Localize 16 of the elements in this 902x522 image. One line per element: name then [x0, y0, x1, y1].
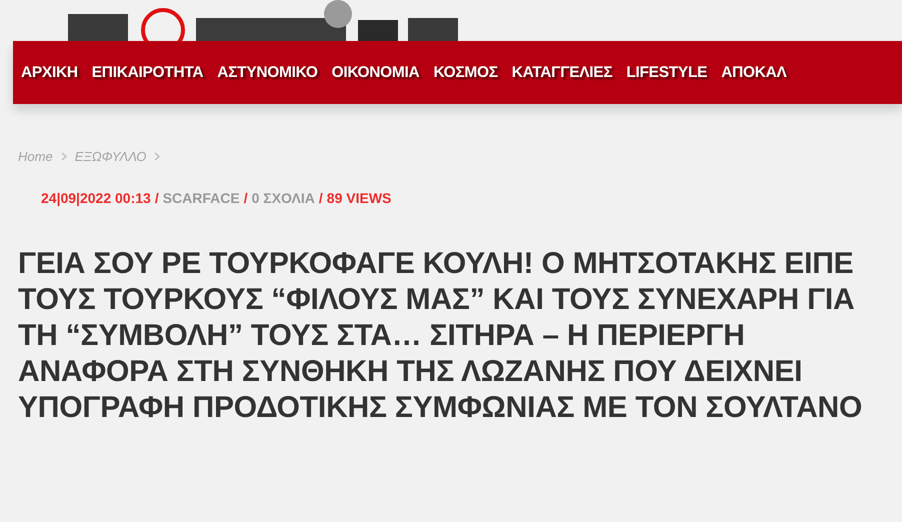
nav-link[interactable]: ΑΠΟΚΑΛ — [721, 64, 787, 82]
chevron-icon — [154, 152, 160, 161]
nav-link[interactable]: ΑΣΤΥΝΟΜΙΚΟ — [217, 64, 318, 82]
meta-separator: / — [244, 190, 248, 206]
nav-link[interactable]: ΕΠΙΚΑΙΡΟΤΗΤΑ — [92, 64, 204, 82]
nav-link[interactable]: LIFESTYLE — [626, 64, 708, 82]
view-count: 89 VIEWS — [326, 190, 392, 206]
nav-link[interactable]: ΑΡΧΙΚΗ — [21, 64, 78, 82]
post-date: 24|09|2022 00:13 — [41, 190, 151, 206]
nav-link[interactable]: ΚΑΤΑΓΓΕΛΙΕΣ — [512, 64, 612, 82]
nav-link[interactable]: ΚΟΣΜΟΣ — [433, 64, 498, 82]
chevron-icon — [60, 152, 67, 161]
nav-link[interactable]: ΟΙΚΟΝΟΜΙΑ — [332, 64, 420, 82]
meta-separator: / — [154, 190, 159, 206]
article-title: ΓΕΙΑ ΣΟΥ ΡΕ ΤΟΥΡΚΟΦΑΓΕ ΚΟΥΛΗ! Ο ΜΗΤΣΟΤΑΚΗΣ ΕΙΠΕ ΤΟΥΣ ΤΟΥΡΚΟΥΣ “ΦΙΛΟΥΣ ΜΑΣ” ΚΑΙ ΤΟΥΣ ΣΥΝΕΧΑΡΗ ΓΙΑ ΤΗ “ΣΥΜΒΟΛΗ” ΤΟΥΣ ΣΤΑ… ΣΙΤΗΡΑ – Η ΠΕΡΙΕΡΓΗ ΑΝΑΦΟΡΑ ΣΤΗ ΣΥΝΘΗΚΗ ΤΗΣ ΛΩΖΑΝΗΣ ΠΟΥ ΔΕΙΧΝΕΙ ΥΠΟΓΡΑΦΗ ΠΡΟΔΟΤΙΚΗΣ ΣΥΜΦΩΝΙΑΣ ΜΕ ΤΟΝ ΣΟΥΛΤΑΝΟ — [18, 246, 864, 426]
meta-separator: / — [318, 190, 323, 206]
